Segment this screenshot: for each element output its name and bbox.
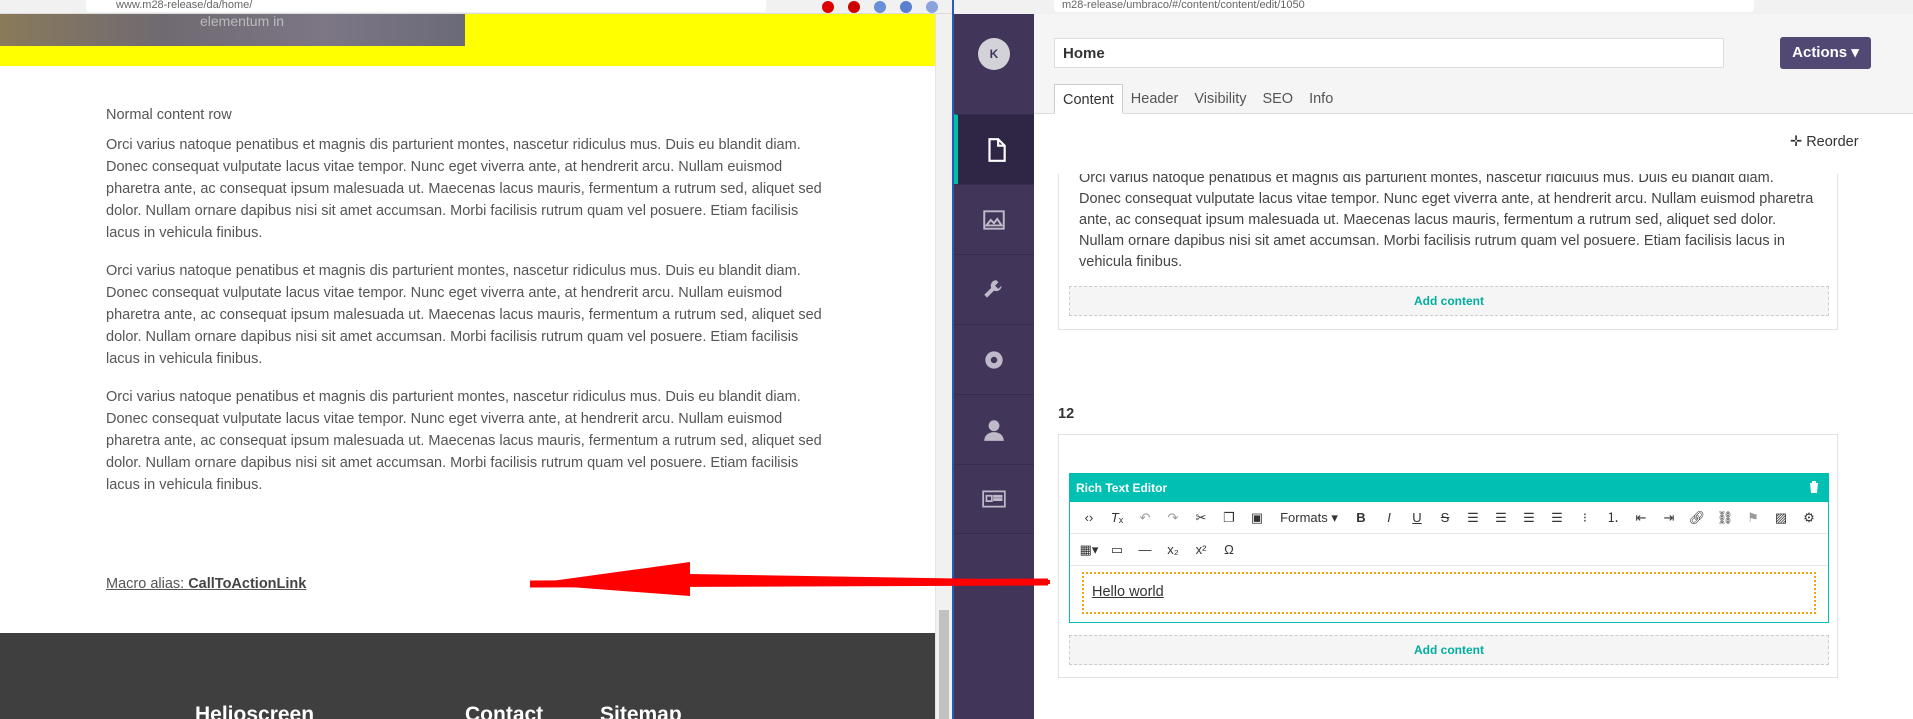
- special-char-icon[interactable]: Ω: [1216, 538, 1242, 562]
- gear-icon: [985, 350, 1003, 369]
- cut-icon[interactable]: ✂: [1188, 506, 1214, 530]
- clear-format-icon[interactable]: Tₓ: [1104, 506, 1130, 530]
- reorder-label: Reorder: [1806, 134, 1859, 150]
- grid-row-card: Rich Text Editor ‹› Tₓ ↶ ↷ ✂ ❐ ▣ Formats…: [1058, 434, 1838, 678]
- extension-icon[interactable]: [926, 1, 938, 13]
- tab-header[interactable]: Header: [1123, 84, 1187, 114]
- image-icon[interactable]: ▨: [1768, 506, 1794, 530]
- hero-caption: elementum in: [200, 13, 285, 29]
- bullet-list-icon[interactable]: ⁝: [1572, 506, 1598, 530]
- wrench-icon: [984, 279, 1002, 298]
- outdent-icon[interactable]: ⇤: [1628, 506, 1654, 530]
- horizontal-rule-icon[interactable]: —: [1132, 538, 1158, 562]
- copy-icon[interactable]: ❐: [1216, 506, 1242, 530]
- trash-icon[interactable]: [1808, 480, 1820, 494]
- reorder-button[interactable]: ✛ Reorder: [1790, 134, 1859, 150]
- nav-content[interactable]: [954, 114, 1034, 184]
- numbered-list-icon[interactable]: ⒈: [1600, 506, 1626, 530]
- extension-icon[interactable]: [874, 1, 886, 13]
- content-icon: [988, 137, 1006, 162]
- macro-alias-link[interactable]: Macro alias: CallToActionLink: [106, 576, 306, 592]
- tab-visibility[interactable]: Visibility: [1186, 84, 1254, 114]
- rte-content-area[interactable]: Hello world: [1082, 572, 1816, 614]
- source-code-icon[interactable]: ‹›: [1076, 506, 1102, 530]
- indent-icon[interactable]: ⇥: [1656, 506, 1682, 530]
- add-content-button[interactable]: Add content: [1069, 286, 1829, 316]
- unlink-icon[interactable]: ⛓: [1712, 506, 1738, 530]
- tab-content[interactable]: Content: [1054, 84, 1123, 114]
- subscript-icon[interactable]: x₂: [1160, 538, 1186, 562]
- id-card-icon: [982, 490, 1006, 508]
- left-extension-icons: [822, 1, 938, 13]
- rte-toolbar-row2: ▦▾ ▭ — x₂ x² Ω: [1070, 534, 1828, 566]
- extension-icon[interactable]: [848, 1, 860, 13]
- node-name-input[interactable]: [1054, 38, 1724, 68]
- media-icon: [983, 209, 1005, 230]
- content-paragraph: Orci varius natoque penatibus et magnis …: [106, 263, 822, 367]
- bold-icon[interactable]: B: [1348, 506, 1374, 530]
- site-footer: Helioscreen Contact Sitemap: [0, 633, 935, 719]
- italic-icon[interactable]: I: [1376, 506, 1402, 530]
- left-browser-window: www.m28-release/da/home/ elementum in No…: [0, 0, 952, 719]
- add-content-button[interactable]: Add content: [1069, 635, 1829, 665]
- strikethrough-icon[interactable]: S: [1432, 506, 1458, 530]
- rte-toolbar-row1: ‹› Tₓ ↶ ↷ ✂ ❐ ▣ Formats ▾ B I U S ☰ ☰ ☰ …: [1070, 502, 1828, 534]
- nav-members[interactable]: [954, 464, 1034, 534]
- macro-prefix: Macro alias:: [106, 576, 189, 592]
- tab-info[interactable]: Info: [1301, 84, 1341, 114]
- embed-icon[interactable]: ▭: [1104, 538, 1130, 562]
- grid-row-card: Orci varius natoque penatibus et magnis …: [1058, 174, 1838, 330]
- extension-icon[interactable]: [900, 1, 912, 13]
- footer-heading-company: Helioscreen: [195, 703, 315, 719]
- editor-header: Actions ▾ Content Header Visibility SEO …: [1034, 14, 1913, 114]
- content-paragraph: Orci varius natoque penatibus et magnis …: [106, 389, 822, 493]
- rte-title: Rich Text Editor: [1076, 481, 1168, 495]
- screenshot-root: www.m28-release/da/home/ elementum in No…: [0, 0, 1913, 719]
- left-address-bar[interactable]: www.m28-release/da/home/: [86, 0, 766, 12]
- nav-settings[interactable]: [954, 254, 1034, 324]
- paste-icon[interactable]: ▣: [1244, 506, 1270, 530]
- redo-icon[interactable]: ↷: [1160, 506, 1186, 530]
- right-browser-toolbar: m28-release/umbraco/#/content/content/ed…: [954, 0, 1913, 14]
- actions-button[interactable]: Actions ▾: [1780, 37, 1871, 69]
- rich-text-editor: Rich Text Editor ‹› Tₓ ↶ ↷ ✂ ❐ ▣ Formats…: [1069, 473, 1829, 623]
- link-icon[interactable]: 🔗︎: [1684, 506, 1710, 530]
- align-left-icon[interactable]: ☰: [1460, 506, 1486, 530]
- editor-tabs: Content Header Visibility SEO Info: [1054, 84, 1341, 114]
- user-icon: [984, 419, 1004, 441]
- move-icon: ✛: [1790, 134, 1807, 150]
- undo-icon[interactable]: ↶: [1132, 506, 1158, 530]
- nav-users[interactable]: [954, 394, 1034, 464]
- anchor-icon[interactable]: ⚑: [1740, 506, 1766, 530]
- align-center-icon[interactable]: ☰: [1488, 506, 1514, 530]
- right-browser-window: m28-release/umbraco/#/content/content/ed…: [954, 0, 1913, 719]
- right-address-bar[interactable]: m28-release/umbraco/#/content/content/ed…: [1054, 0, 1754, 12]
- avatar[interactable]: K: [978, 38, 1010, 70]
- nav-developer[interactable]: [954, 324, 1034, 394]
- content-section: Normal content row Orci varius natoque p…: [106, 104, 826, 512]
- rte-content-text[interactable]: Hello world: [1092, 584, 1164, 600]
- align-right-icon[interactable]: ☰: [1516, 506, 1542, 530]
- left-scrollbar-thumb[interactable]: [939, 610, 949, 719]
- formats-dropdown[interactable]: Formats ▾: [1272, 506, 1346, 530]
- umbraco-sidebar: K: [954, 14, 1034, 719]
- superscript-icon[interactable]: x²: [1188, 538, 1214, 562]
- content-row-heading: Normal content row: [106, 107, 232, 123]
- nav-media[interactable]: [954, 184, 1034, 254]
- rte-header: Rich Text Editor: [1070, 474, 1828, 502]
- content-paragraph: Orci varius natoque penatibus et magnis …: [106, 137, 822, 241]
- card-text: Orci varius natoque penatibus et magnis …: [1079, 174, 1814, 270]
- footer-heading-contact: Contact: [465, 703, 544, 719]
- align-justify-icon[interactable]: ☰: [1544, 506, 1570, 530]
- underline-icon[interactable]: U: [1404, 506, 1430, 530]
- left-browser-toolbar: www.m28-release/da/home/: [0, 0, 952, 14]
- row-column-label: 12: [1058, 406, 1075, 422]
- editor-main: Actions ▾ Content Header Visibility SEO …: [1034, 14, 1913, 719]
- tab-seo[interactable]: SEO: [1254, 84, 1301, 114]
- footer-heading-sitemap: Sitemap: [600, 703, 682, 719]
- extension-icon[interactable]: [822, 1, 834, 13]
- macro-icon[interactable]: ⚙: [1796, 506, 1822, 530]
- macro-alias-name: CallToActionLink: [188, 576, 307, 592]
- table-icon[interactable]: ▦▾: [1076, 538, 1102, 562]
